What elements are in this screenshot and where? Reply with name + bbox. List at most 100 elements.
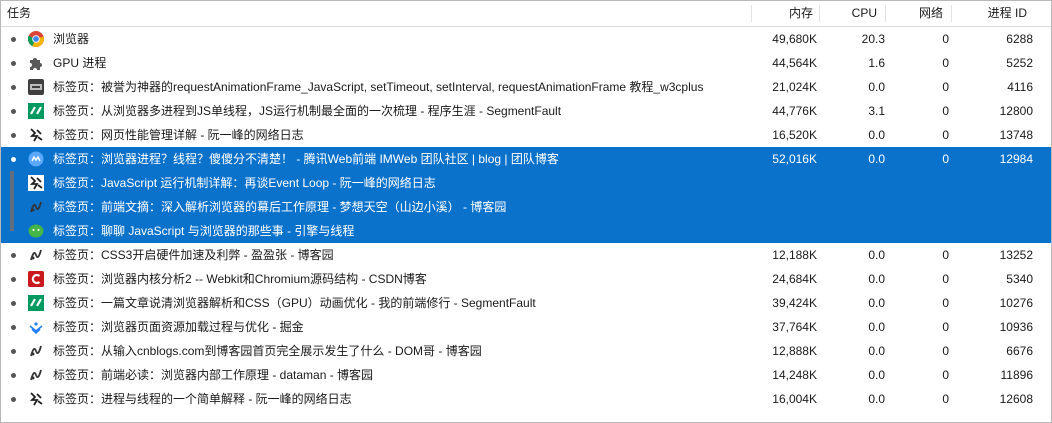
memory-value: 37,764K — [772, 320, 817, 334]
pid-value: 10276 — [999, 296, 1033, 310]
cpu-value: 0.0 — [868, 248, 885, 262]
row-bullet — [11, 325, 16, 330]
network-value: 0 — [942, 248, 949, 262]
table-row[interactable]: 标签页：CSS3开启硬件加速及利弊 - 盈盈张 - 博客园 12,188K 0.… — [1, 243, 1051, 267]
table-row[interactable]: 标签页：浏览器内核分析2 -- Webkit和Chromium源码结构 - CS… — [1, 267, 1051, 291]
task-manager-window: 任务 内存 CPU 网络 进程 ID 浏览器 49,680K 20.3 0 62… — [0, 0, 1052, 423]
cpu-value: 0.0 — [868, 128, 885, 142]
memory-value: 44,776K — [772, 104, 817, 118]
pid-value: 12800 — [999, 104, 1033, 118]
network-value: 0 — [942, 56, 949, 70]
wechat-icon — [28, 223, 44, 239]
table-row-selected[interactable]: 标签页：JavaScript 运行机制详解：再谈Event Loop - 阮一峰… — [1, 171, 1051, 195]
process-title: 标签页：从浏览器多进程到JS单线程，JS运行机制最全面的一次梳理 - 程序生涯 … — [53, 104, 562, 118]
cpu-value: 3.1 — [868, 104, 885, 118]
column-memory[interactable]: 内存 — [751, 1, 813, 26]
cnblogs-icon — [28, 367, 44, 383]
table-row[interactable]: 浏览器 49,680K 20.3 0 6288 — [1, 27, 1051, 51]
network-value: 0 — [942, 392, 949, 406]
cnblogs-icon — [28, 343, 44, 359]
network-value: 0 — [942, 368, 949, 382]
pid-value: 6676 — [1006, 344, 1033, 358]
network-value: 0 — [942, 344, 949, 358]
memory-value: 14,248K — [772, 368, 817, 382]
puzzle-icon — [28, 55, 44, 71]
table-row[interactable]: 标签页：从输入cnblogs.com到博客园首页完全展示发生了什么 - DOM哥… — [1, 339, 1051, 363]
cpu-value: 0.0 — [868, 320, 885, 334]
cpu-value: 0.0 — [868, 344, 885, 358]
pid-value: 5340 — [1006, 272, 1033, 286]
network-value: 0 — [942, 152, 949, 166]
process-list: 浏览器 49,680K 20.3 0 6288 GPU 进程 44,564K 1… — [1, 27, 1051, 411]
column-pid[interactable]: 进程 ID — [951, 1, 1027, 26]
table-row[interactable]: GPU 进程 44,564K 1.6 0 5252 — [1, 51, 1051, 75]
process-title: 标签页：浏览器页面资源加载过程与优化 - 掘金 — [53, 320, 304, 334]
cpu-value: 0.0 — [868, 80, 885, 94]
process-title: GPU 进程 — [53, 56, 107, 70]
column-header: 任务 内存 CPU 网络 进程 ID — [1, 1, 1051, 27]
row-bullet — [11, 37, 16, 42]
process-title: 标签页：CSS3开启硬件加速及利弊 - 盈盈张 - 博客园 — [53, 248, 334, 262]
process-title: 标签页：从输入cnblogs.com到博客园首页完全展示发生了什么 - DOM哥… — [53, 344, 482, 358]
row-bullet — [11, 397, 16, 402]
process-title: 浏览器 — [53, 32, 90, 46]
row-bullet — [11, 301, 16, 306]
imweb-icon — [28, 151, 44, 167]
w3c-icon — [28, 79, 44, 95]
column-cpu[interactable]: CPU — [819, 1, 877, 26]
network-value: 0 — [942, 320, 949, 334]
segmentfault-icon — [28, 103, 44, 119]
chrome-icon — [28, 31, 44, 47]
row-bullet — [11, 373, 16, 378]
table-row-selected[interactable]: 标签页：前端文摘：深入解析浏览器的幕后工作原理 - 梦想天空（山边小溪） - 博… — [1, 195, 1051, 219]
table-row[interactable]: 标签页：从浏览器多进程到JS单线程，JS运行机制最全面的一次梳理 - 程序生涯 … — [1, 99, 1051, 123]
memory-value: 21,024K — [772, 80, 817, 94]
process-title: 标签页：前端必读：浏览器内部工作原理 - dataman - 博客园 — [53, 368, 374, 382]
juejin-icon — [28, 319, 44, 335]
pid-value: 5252 — [1006, 56, 1033, 70]
group-indicator — [10, 171, 14, 195]
network-value: 0 — [942, 32, 949, 46]
pid-value: 10936 — [999, 320, 1033, 334]
process-title: 标签页：被誉为神器的requestAnimationFrame_JavaScri… — [53, 80, 704, 94]
cpu-value: 0.0 — [868, 152, 885, 166]
pid-value: 12984 — [999, 152, 1033, 166]
memory-value: 44,564K — [772, 56, 817, 70]
memory-value: 16,004K — [772, 392, 817, 406]
table-row[interactable]: 标签页：一篇文章说清浏览器解析和CSS（GPU）动画优化 - 我的前端修行 - … — [1, 291, 1051, 315]
column-network[interactable]: 网络 — [885, 1, 943, 26]
cnblogs-icon — [28, 247, 44, 263]
memory-value: 12,188K — [772, 248, 817, 262]
pid-value: 13252 — [999, 248, 1033, 262]
process-title: 标签页：前端文摘：深入解析浏览器的幕后工作原理 - 梦想天空（山边小溪） - 博… — [53, 200, 507, 214]
pid-value: 6288 — [1006, 32, 1033, 46]
table-row[interactable]: 标签页：浏览器页面资源加载过程与优化 - 掘金 37,764K 0.0 0 10… — [1, 315, 1051, 339]
process-title: 标签页：网页性能管理详解 - 阮一峰的网络日志 — [53, 128, 304, 142]
table-row-selected[interactable]: 标签页：浏览器进程？线程？傻傻分不清楚！ - 腾讯Web前端 IMWeb 团队社… — [1, 147, 1051, 171]
group-indicator — [10, 219, 14, 231]
cpu-value: 0.0 — [868, 392, 885, 406]
cpu-value: 20.3 — [861, 32, 885, 46]
table-row-selected[interactable]: 标签页：聊聊 JavaScript 与浏览器的那些事 - 引擎与线程 — [1, 219, 1051, 243]
table-row[interactable]: 标签页：网页性能管理详解 - 阮一峰的网络日志 16,520K 0.0 0 13… — [1, 123, 1051, 147]
table-row[interactable]: 标签页：进程与线程的一个简单解释 - 阮一峰的网络日志 16,004K 0.0 … — [1, 387, 1051, 411]
cpu-value: 0.0 — [868, 296, 885, 310]
process-title: 标签页：一篇文章说清浏览器解析和CSS（GPU）动画优化 - 我的前端修行 - … — [53, 296, 536, 310]
column-task[interactable]: 任务 — [7, 1, 31, 26]
cpu-value: 1.6 — [868, 56, 885, 70]
table-row[interactable]: 标签页：被誉为神器的requestAnimationFrame_JavaScri… — [1, 75, 1051, 99]
memory-value: 52,016K — [772, 152, 817, 166]
row-bullet — [11, 61, 16, 66]
network-value: 0 — [942, 272, 949, 286]
row-bullet — [11, 133, 16, 138]
row-bullet — [11, 277, 16, 282]
network-value: 0 — [942, 104, 949, 118]
network-value: 0 — [942, 296, 949, 310]
pid-value: 11896 — [1000, 368, 1033, 382]
cpu-value: 0.0 — [868, 272, 885, 286]
memory-value: 39,424K — [772, 296, 817, 310]
pid-value: 4116 — [1007, 80, 1033, 94]
memory-value: 12,888K — [772, 344, 817, 358]
table-row[interactable]: 标签页：前端必读：浏览器内部工作原理 - dataman - 博客园 14,24… — [1, 363, 1051, 387]
pid-value: 12608 — [999, 392, 1033, 406]
